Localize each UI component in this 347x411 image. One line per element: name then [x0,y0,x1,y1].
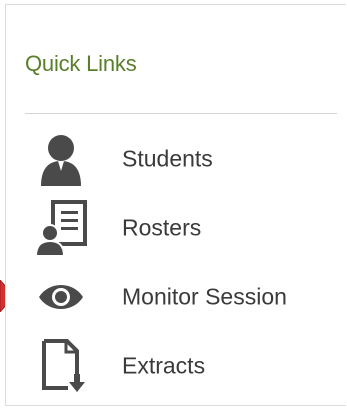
quick-links-panel: Quick Links Students Rosters Monitor Ses… [5,4,346,406]
quick-link-monitor-session[interactable]: Monitor Session [36,269,336,325]
quick-link-label: Students [122,145,213,172]
divider [25,113,337,114]
panel-title: Quick Links [25,51,137,76]
quick-link-label: Rosters [122,214,202,241]
roster-list-icon [36,200,87,256]
quick-link-rosters[interactable]: Rosters [36,200,336,256]
quick-link-students[interactable]: Students [36,131,336,187]
quick-link-label: Monitor Session [122,283,287,310]
quick-link-label: Extracts [122,352,206,379]
quick-link-extracts[interactable]: Extracts [36,338,336,394]
user-icon [41,135,81,186]
eye-icon [39,285,83,309]
document-download-icon [42,339,85,392]
